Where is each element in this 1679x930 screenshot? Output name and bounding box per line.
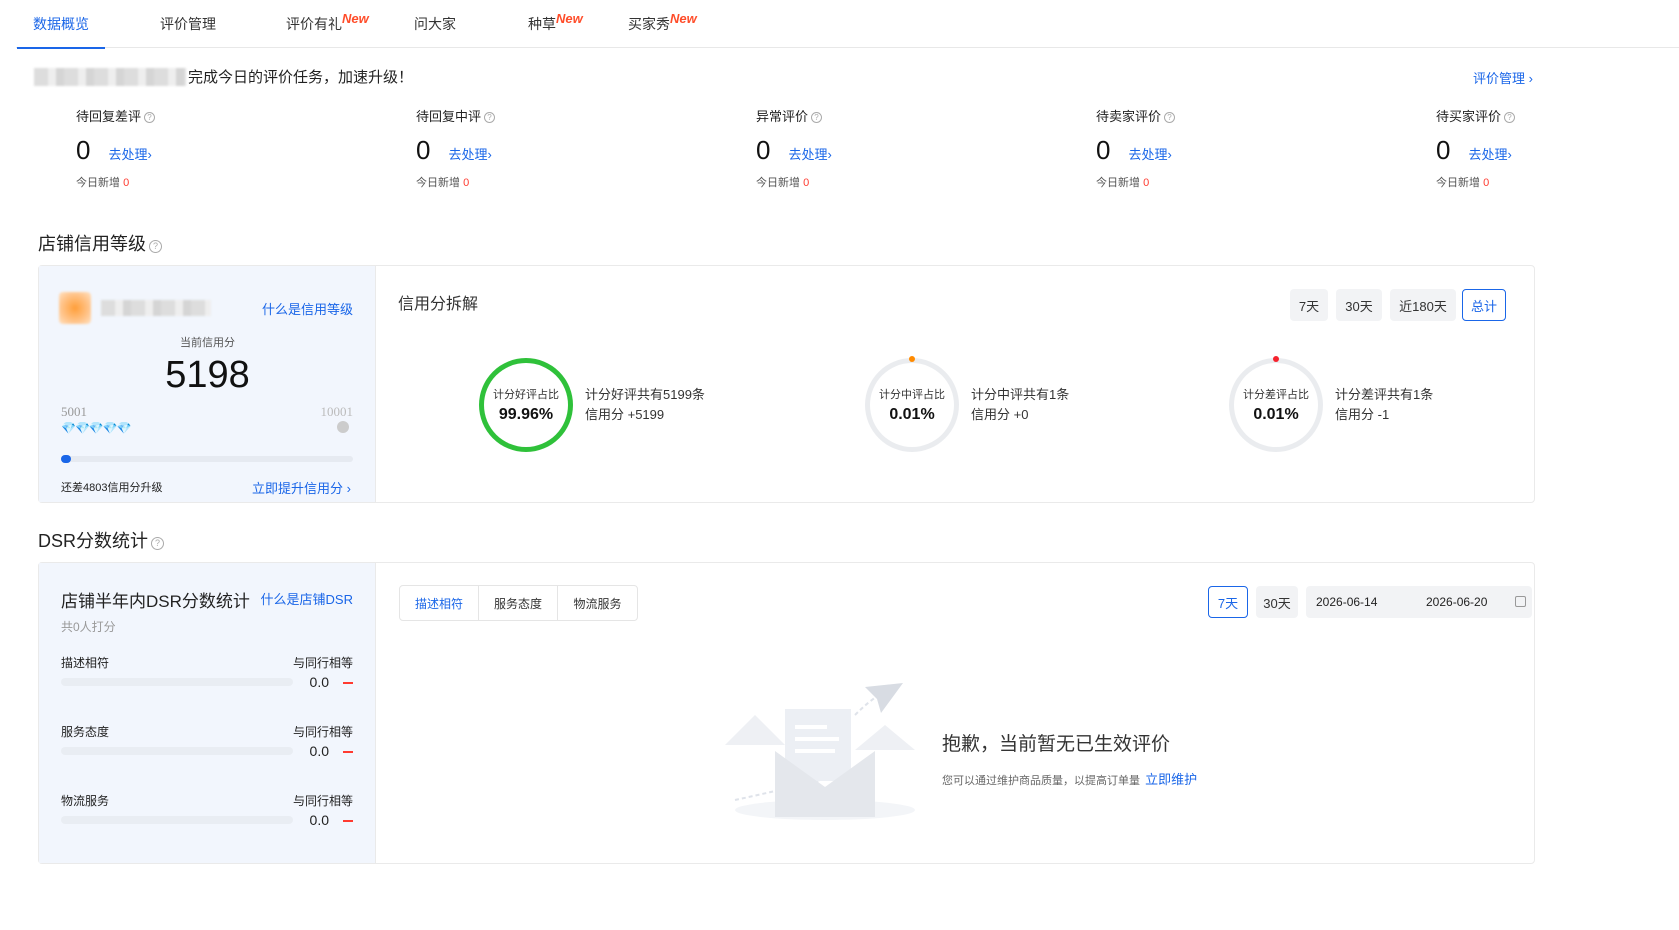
ring-positive: 计分好评占比 99.96% 计分好评共有5199条 信用分 +5199 — [479, 358, 705, 452]
dsr-period-30d-button[interactable]: 30天 — [1256, 586, 1298, 618]
top-tabs: 数据概览 评价管理 评价有礼New 问大家 种草New 买家秀New — [16, 0, 1679, 49]
tab-review-gift[interactable]: 评价有礼New — [286, 11, 369, 48]
tab-buyer-show[interactable]: 买家秀New — [628, 11, 697, 48]
empty-illustration — [725, 683, 915, 820]
positive-ring: 计分好评占比 99.96% — [479, 358, 573, 452]
stat-value: 0 — [416, 135, 431, 165]
blurred-shop-name — [34, 67, 186, 86]
tab-ask-everyone[interactable]: 问大家 — [414, 14, 456, 48]
segment-logistics[interactable]: 物流服务 — [558, 586, 637, 620]
date-range-picker[interactable]: 2026-06-14 2026-06-20 — [1306, 586, 1532, 618]
stat-value: 0 — [76, 135, 91, 165]
shop-avatar — [59, 292, 91, 324]
review-management-link[interactable]: 评价管理 › — [1473, 68, 1533, 87]
process-link[interactable]: 去处理› — [788, 144, 831, 163]
help-icon[interactable]: ? — [144, 112, 156, 123]
process-link[interactable]: 去处理› — [448, 144, 491, 163]
dsr-bar — [61, 678, 293, 686]
dsr-segment-control: 描述相符 服务态度 物流服务 — [399, 585, 638, 621]
dsr-period-7d-button[interactable]: 7天 — [1208, 586, 1248, 618]
period-7d-button[interactable]: 7天 — [1290, 289, 1328, 321]
new-badge: New — [670, 11, 697, 26]
dsr-row-logistics: 物流服务 与同行相等 0.0 — [61, 794, 353, 828]
credit-panel: 什么是信用等级 当前信用分 5198 5001 10001 💎💎💎💎💎 还差48… — [38, 265, 1535, 503]
dsr-card-title: 店铺半年内DSR分数统计 — [61, 592, 250, 611]
stat-value: 0 — [756, 135, 771, 165]
dsr-bar — [61, 747, 293, 755]
ring-neutral: 计分中评占比 0.01% 计分中评共有1条 信用分 +0 — [865, 356, 1069, 452]
stat-abnormal: 异常评价? 0 去处理› 今日新增 0 — [756, 109, 832, 189]
negative-ring: 计分差评占比 0.01% — [1229, 356, 1323, 452]
stat-pending-buyer: 待买家评价? 0 去处理› 今日新增 0 — [1436, 106, 1636, 190]
empty-title: 抱歉，当前暂无已生效评价 — [942, 734, 1171, 755]
ring-inner — [870, 363, 954, 447]
dsr-bar — [61, 816, 293, 824]
ring-inner — [1234, 363, 1318, 447]
period-180d-button[interactable]: 近180天 — [1390, 289, 1456, 321]
help-icon[interactable]: ? — [149, 240, 162, 253]
stat-pending-seller: 待卖家评价? 0 去处理› 今日新增 0 — [1096, 106, 1296, 190]
period-total-button[interactable]: 总计 — [1462, 289, 1506, 321]
segment-service[interactable]: 服务态度 — [479, 586, 558, 620]
breakdown-title: 信用分拆解 — [398, 296, 479, 313]
dsr-section-title: DSR分数统计? — [38, 527, 165, 553]
new-badge: New — [342, 11, 369, 26]
new-badge: New — [556, 11, 583, 26]
help-icon[interactable]: ? — [151, 537, 165, 550]
stat-value: 0 — [1436, 135, 1451, 165]
negative-dot — [1273, 356, 1279, 362]
neutral-dot — [909, 356, 915, 362]
equal-indicator — [343, 682, 353, 684]
improve-credit-link[interactable]: 立即提升信用分 › — [252, 478, 351, 497]
date-end: 2026-06-20 — [1426, 595, 1488, 609]
stat-pending-neutral: 待回复中评? 0 去处理› 今日新增 0 — [416, 106, 616, 190]
date-start: 2026-06-14 — [1316, 595, 1378, 609]
segment-description[interactable]: 描述相符 — [400, 586, 479, 620]
stat-pending-negative: 待回复差评? 0 去处理› 今日新增 0 — [76, 106, 276, 190]
help-icon[interactable]: ? — [1164, 112, 1176, 123]
credit-progress-fill — [61, 455, 71, 463]
help-icon[interactable]: ? — [811, 112, 823, 123]
level-max: 10001 — [320, 404, 354, 419]
empty-description: 您可以通过维护商品质量，以提高订单量 立即维护 — [942, 772, 1198, 787]
help-icon[interactable]: ? — [484, 112, 496, 123]
remaining-text: 还差4803信用分升级 — [61, 482, 163, 494]
dsr-row-service: 服务态度 与同行相等 0.0 — [61, 725, 353, 759]
process-link[interactable]: 去处理› — [108, 144, 151, 163]
credit-score: 5198 — [165, 354, 250, 396]
period-30d-button[interactable]: 30天 — [1336, 289, 1382, 321]
dsr-card: 店铺半年内DSR分数统计 什么是店铺DSR 共0人打分 描述相符 与同行相等 0… — [39, 563, 376, 863]
raters-count: 共0人打分 — [61, 620, 116, 634]
credit-section-title: 店铺信用等级? — [38, 230, 162, 256]
crown-icon — [337, 421, 349, 433]
tab-review-management[interactable]: 评价管理 — [160, 14, 216, 48]
what-is-dsr-link[interactable]: 什么是店铺DSR — [261, 589, 353, 608]
blurred-shop-name — [101, 300, 211, 316]
dsr-panel: 店铺半年内DSR分数统计 什么是店铺DSR 共0人打分 描述相符 与同行相等 0… — [38, 562, 1535, 864]
credit-card: 什么是信用等级 当前信用分 5198 5001 10001 💎💎💎💎💎 还差48… — [39, 266, 376, 502]
ring-negative: 计分差评占比 0.01% 计分差评共有1条 信用分 -1 — [1229, 356, 1433, 452]
process-link[interactable]: 去处理› — [1468, 144, 1511, 163]
tab-data-overview[interactable]: 数据概览 — [17, 14, 105, 49]
what-is-credit-link[interactable]: 什么是信用等级 — [262, 299, 353, 318]
task-notice: 完成今日的评价任务，加速升级！ — [34, 66, 413, 87]
help-icon[interactable]: ? — [1504, 112, 1516, 123]
ring-inner — [484, 363, 568, 447]
diamond-icons: 💎💎💎💎💎 — [61, 421, 132, 435]
equal-indicator — [343, 751, 353, 753]
calendar-icon[interactable] — [1515, 596, 1526, 607]
credit-progress-track — [61, 455, 353, 463]
tab-seeding[interactable]: 种草New — [528, 11, 583, 48]
process-link[interactable]: 去处理› — [1128, 144, 1171, 163]
level-min: 5001 — [61, 404, 87, 419]
dsr-row-description: 描述相符 与同行相等 0.0 — [61, 656, 353, 690]
stat-value: 0 — [1096, 135, 1111, 165]
maintain-now-link[interactable]: 立即维护 — [1145, 772, 1197, 787]
neutral-ring: 计分中评占比 0.01% — [865, 356, 959, 452]
equal-indicator — [343, 820, 353, 822]
